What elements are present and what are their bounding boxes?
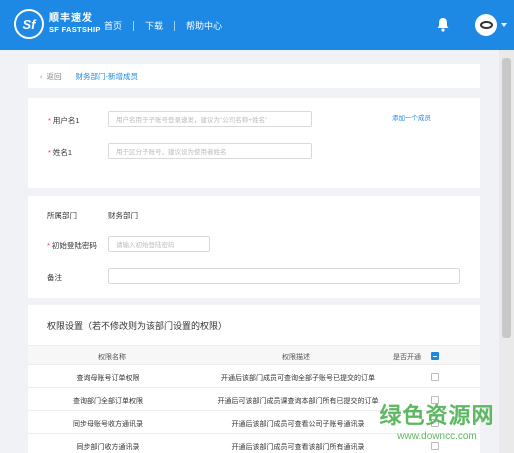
permission-section: 权限设置（若不修改则为该部门设置的权限） 权限名称 权限描述 是否开通 查询母账… — [28, 305, 480, 453]
member-form-details: 所属部门 财务部门 * 初始登陆密码 请输入初始登陆密码 备注 — [28, 196, 480, 298]
permission-name: 同步部门收方通讯录 — [76, 444, 140, 451]
chevron-down-icon[interactable] — [501, 23, 507, 27]
permission-desc: 开通后可该部门成员课查询本部门所有已提交的订单 — [217, 398, 379, 405]
column-header: 是否开通 — [393, 354, 421, 361]
note-label: 备注 — [47, 273, 62, 282]
table-row: 查询母账号订单权限 开通后该部门成员可查询全部子账号已提交的订单 — [28, 365, 480, 388]
main-nav: 首页 下载 帮助中心 — [104, 19, 222, 32]
back-label: 返回 — [46, 71, 62, 81]
permission-name: 查询母账号订单权限 — [76, 375, 140, 382]
member-form: * 用户名1 用户名用于子账号登录速发，建议为"公司名称+姓名" 添加一个成员 *… — [28, 98, 480, 188]
nav-divider — [133, 20, 135, 31]
permission-desc: 开通后该部门成员可查询全部子账号已提交的订单 — [221, 375, 375, 382]
nav-home[interactable]: 首页 — [104, 19, 122, 32]
avatar[interactable] — [475, 14, 497, 36]
table-row: 查询部门全部订单权限 开通后可该部门成员课查询本部门所有已提交的订单 — [28, 388, 480, 411]
permission-checkbox[interactable] — [431, 419, 439, 427]
table-row: 同步母账号收方通讯录 开通后该部门成员可查看公司子账号通讯录 — [28, 411, 480, 434]
password-input[interactable]: 请输入初始登陆密码 — [108, 236, 210, 252]
username-label: * 用户名1 — [48, 115, 80, 126]
username-label-text: 用户名1 — [52, 116, 80, 125]
nav-divider — [174, 20, 176, 31]
permission-name: 同步母账号收方通讯录 — [73, 421, 143, 428]
nav-download[interactable]: 下载 — [145, 19, 163, 32]
logo-cn: 顺丰速发 — [49, 13, 93, 24]
name-label-text: 姓名1 — [52, 148, 73, 157]
permission-checkbox[interactable] — [431, 442, 439, 450]
chevron-left-icon: ‹ — [40, 71, 43, 81]
note-input[interactable] — [108, 268, 460, 284]
dept-value: 财务部门 — [108, 211, 138, 220]
eye-icon — [479, 21, 493, 29]
permission-name: 查询部门全部订单权限 — [73, 398, 143, 405]
password-label: * 初始登陆密码 — [47, 240, 97, 251]
table-row: 同步部门收方通讯录 开通后该部门成员可查看该部门所有通讯录 — [28, 434, 480, 453]
name-label: * 姓名1 — [48, 147, 72, 158]
permission-desc: 开通后该部门成员可查看该部门所有通讯录 — [231, 444, 365, 451]
breadcrumb-current[interactable]: 财务部门-新增成员 — [76, 71, 139, 82]
column-header: 权限描述 — [282, 354, 310, 361]
permission-checkbox[interactable] — [431, 373, 439, 381]
scrollbar[interactable] — [499, 50, 514, 453]
bell-icon[interactable] — [436, 17, 450, 32]
required-mark: * — [48, 148, 51, 157]
column-header: 权限名称 — [98, 354, 126, 361]
top-bar: Sf 顺丰速发 SF FASTSHIP 首页 下载 帮助中心 — [0, 0, 514, 50]
logo-en: SF FASTSHIP — [49, 25, 101, 34]
scrollbar-thumb[interactable] — [502, 58, 511, 338]
dept-label: 所属部门 — [47, 211, 77, 220]
required-mark: * — [48, 116, 51, 125]
username-input[interactable]: 用户名用于子账号登录速发，建议为"公司名称+姓名" — [108, 111, 312, 127]
permission-desc: 开通后该部门成员可查看公司子账号通讯录 — [231, 421, 365, 428]
password-label-text: 初始登陆密码 — [51, 241, 97, 250]
permission-title: 权限设置（若不修改则为该部门设置的权限） — [47, 321, 228, 331]
logo-mark: Sf — [14, 9, 44, 39]
select-all-checkbox[interactable] — [431, 352, 439, 360]
required-mark: * — [47, 241, 50, 250]
add-member-link[interactable]: 添加一个成员 — [392, 112, 431, 122]
nav-help[interactable]: 帮助中心 — [186, 19, 222, 32]
breadcrumb: ‹ 返回 财务部门-新增成员 — [28, 64, 480, 88]
name-input[interactable]: 用于区分子账号，建议设为使用者姓名 — [108, 143, 312, 159]
permission-checkbox[interactable] — [431, 396, 439, 404]
logo[interactable]: Sf 顺丰速发 SF FASTSHIP — [14, 9, 101, 39]
table-header: 权限名称 权限描述 是否开通 — [28, 345, 480, 365]
back-link[interactable]: ‹ 返回 — [40, 71, 62, 82]
logo-text: 顺丰速发 SF FASTSHIP — [49, 13, 101, 35]
